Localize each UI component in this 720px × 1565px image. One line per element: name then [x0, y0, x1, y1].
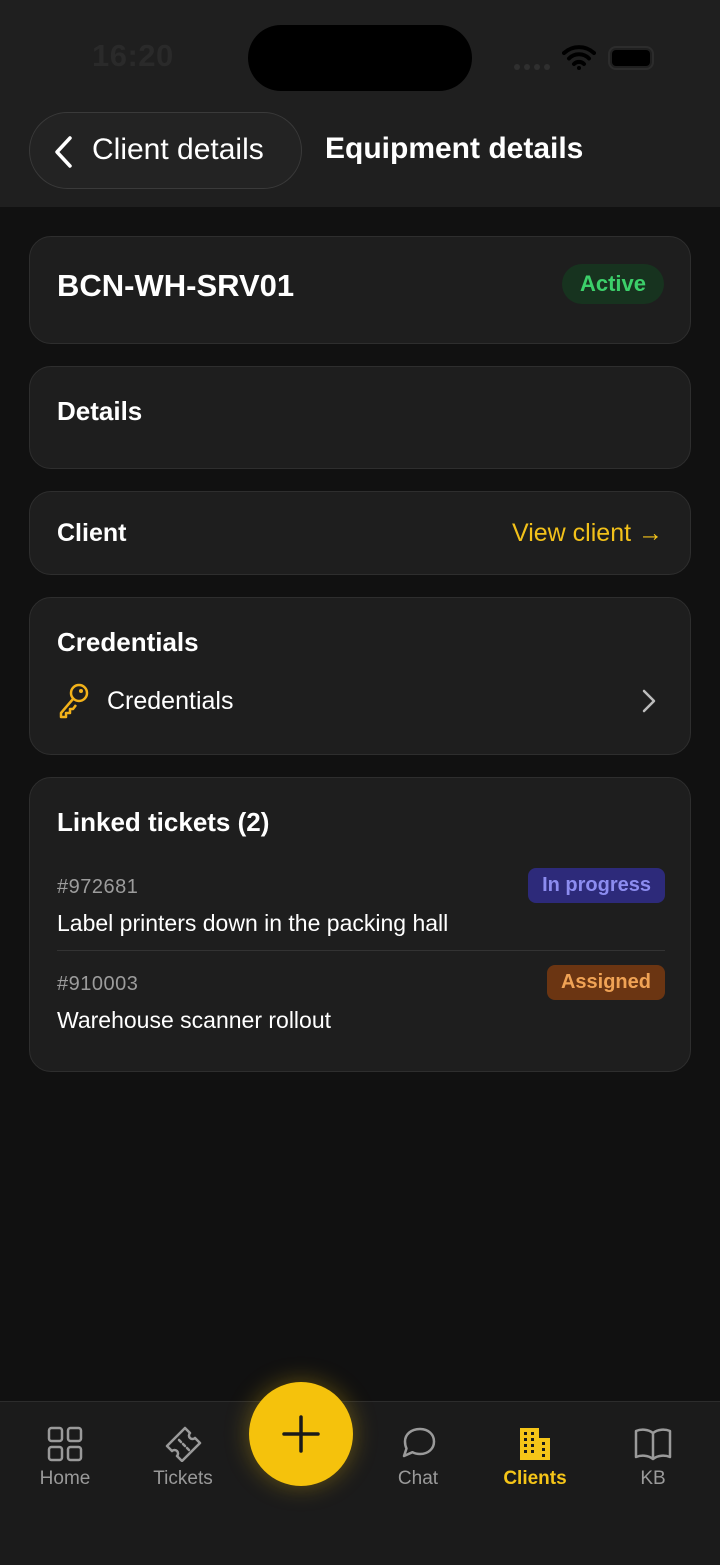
nav-clients[interactable]: Clients	[480, 1426, 590, 1490]
chevron-left-icon	[55, 136, 72, 168]
ticket-icon	[165, 1426, 202, 1462]
chat-bubble-icon	[402, 1427, 436, 1458]
bottom-navigation: Home Tickets Chat Clients KB	[0, 1401, 720, 1565]
cellular-signal-icon	[514, 64, 550, 70]
top-header: 16:20 Client details Equipment details	[0, 0, 720, 207]
equipment-name: BCN-WH-SRV01	[57, 268, 295, 303]
grid-icon	[47, 1426, 83, 1462]
credentials-title: Credentials	[57, 627, 199, 657]
ticket-row[interactable]: #910003 Assigned Warehouse scanner rollo…	[57, 965, 665, 1035]
book-icon	[634, 1428, 672, 1461]
nav-home-label: Home	[39, 1468, 91, 1489]
details-title: Details	[57, 396, 143, 426]
nav-home[interactable]: Home	[10, 1426, 120, 1490]
create-fab-button[interactable]	[249, 1382, 353, 1486]
nav-kb[interactable]: KB	[598, 1426, 708, 1490]
status-time: 16:20	[92, 38, 174, 73]
ticket-title: Warehouse scanner rollout	[57, 1007, 332, 1033]
page-title: Equipment details	[325, 132, 584, 165]
credentials-item-label: Credentials	[107, 687, 234, 715]
linked-tickets-card: Linked tickets (2) #972681 In progress L…	[29, 777, 691, 1072]
key-icon	[59, 683, 89, 719]
client-label: Client	[57, 519, 127, 547]
nav-kb-label: KB	[640, 1468, 666, 1489]
chevron-right-icon	[642, 689, 656, 713]
nav-clients-label: Clients	[503, 1468, 567, 1489]
linked-tickets-title: Linked tickets (2)	[57, 807, 270, 837]
credentials-row[interactable]: Credentials	[57, 682, 665, 722]
back-button-label: Client details	[92, 133, 264, 166]
nav-tickets-label: Tickets	[153, 1468, 213, 1489]
ticket-title: Label printers down in the packing hall	[57, 910, 449, 936]
ticket-status-badge: In progress	[528, 868, 665, 903]
equipment-summary-card: BCN-WH-SRV01 Active	[29, 236, 691, 344]
ticket-id: #910003	[57, 973, 139, 995]
ticket-divider	[57, 950, 665, 951]
plus-icon	[282, 1415, 320, 1453]
nav-tickets[interactable]: Tickets	[128, 1426, 238, 1490]
wifi-icon	[562, 45, 596, 70]
client-card: Client View client →	[29, 491, 691, 575]
ticket-row[interactable]: #972681 In progress Label printers down …	[57, 868, 665, 938]
battery-icon	[608, 46, 654, 70]
back-button[interactable]: Client details	[29, 112, 302, 189]
building-icon	[520, 1428, 550, 1460]
details-card: Details	[29, 366, 691, 469]
credentials-card: Credentials Credentials	[29, 597, 691, 755]
nav-chat-label: Chat	[397, 1468, 439, 1489]
equipment-details-screen: 16:20 Client details Equipment details B…	[0, 0, 720, 1565]
ticket-id: #972681	[57, 876, 139, 898]
dynamic-island	[248, 25, 472, 91]
view-client-link[interactable]: View client →	[512, 519, 663, 548]
nav-chat[interactable]: Chat	[363, 1426, 473, 1490]
status-badge: Active	[561, 264, 664, 304]
ticket-status-badge: Assigned	[546, 965, 665, 1000]
